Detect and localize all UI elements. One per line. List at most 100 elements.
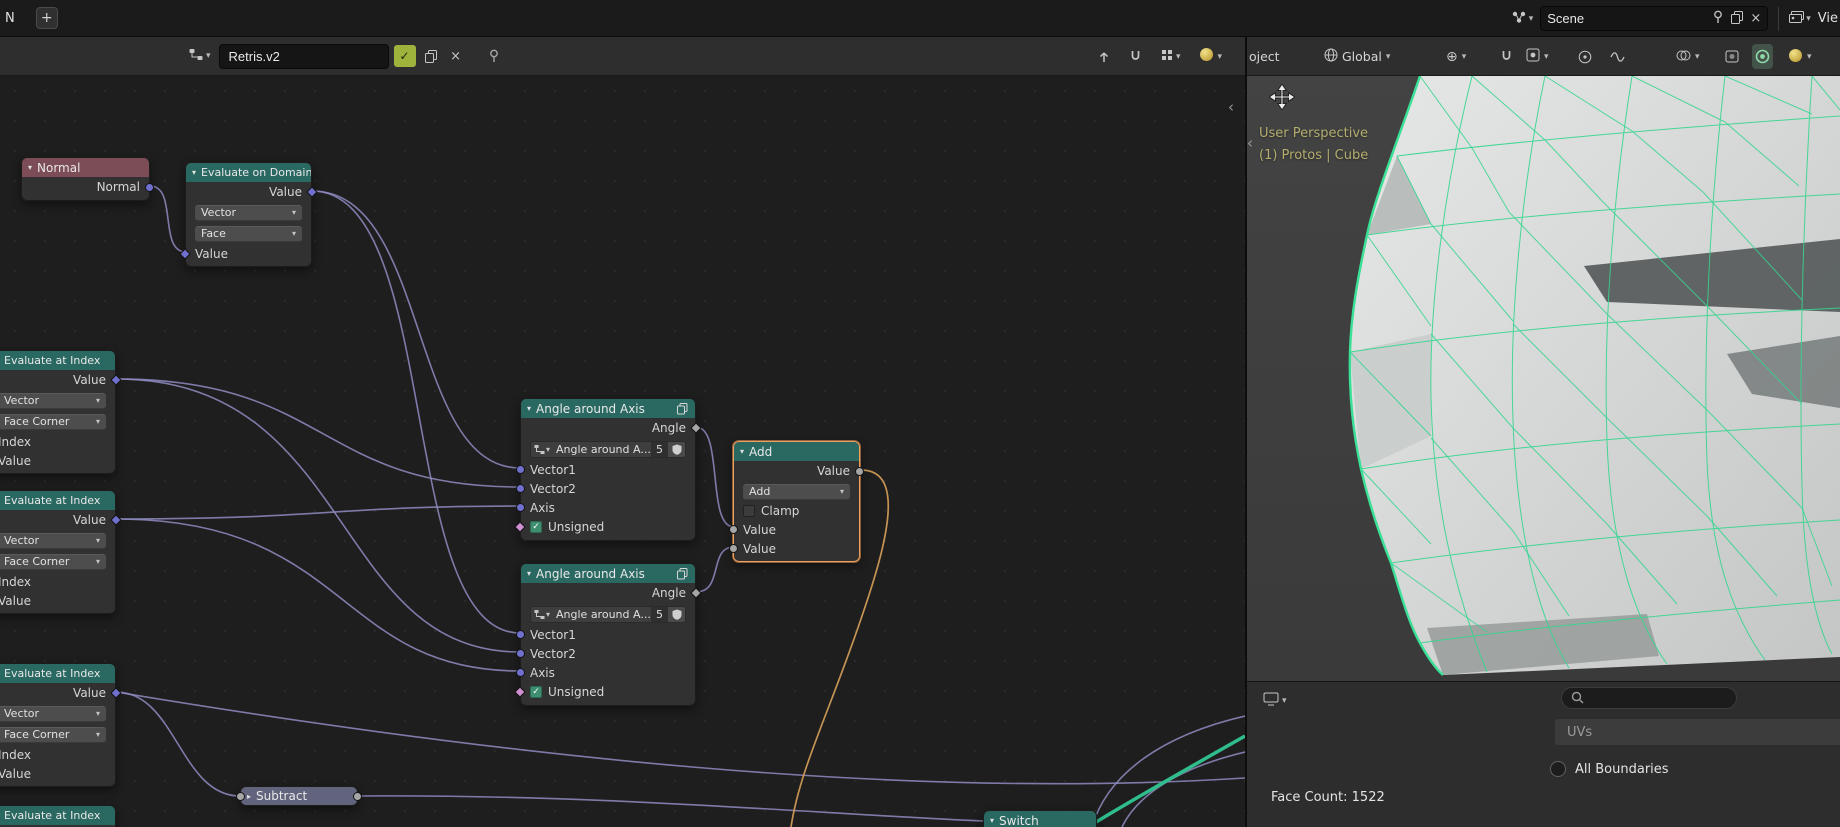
group-user-count[interactable]: 5 bbox=[651, 607, 668, 622]
node-tree-browse-dropdown[interactable]: ▾ bbox=[186, 46, 214, 67]
node-evaluate-on-domain[interactable]: ▾ Evaluate on Domain Value Vector ▾ Face… bbox=[185, 162, 312, 267]
operation-dropdown[interactable]: Add▾ bbox=[743, 484, 850, 500]
domain-dropdown[interactable]: Face Corner▾ bbox=[0, 414, 106, 430]
socket-input-axis[interactable] bbox=[516, 668, 525, 677]
fake-user-icon[interactable] bbox=[668, 442, 685, 457]
node-angle-around-axis-2[interactable]: ▾Angle around Axis Angle ▾ Angle around … bbox=[520, 563, 696, 706]
shading-mode-active-icon[interactable] bbox=[1752, 44, 1773, 69]
fake-user-icon[interactable] bbox=[668, 607, 685, 622]
falloff-curve-icon[interactable] bbox=[1610, 37, 1625, 76]
search-field[interactable] bbox=[1561, 687, 1737, 709]
group-user-count[interactable]: 5 bbox=[651, 442, 668, 457]
socket-input[interactable] bbox=[236, 792, 245, 801]
node-angle-around-axis-1[interactable]: ▾ Angle around Axis Angle ▾ Angle around… bbox=[520, 398, 696, 541]
node-group-selector[interactable]: ▾ Angle around A... 5 bbox=[530, 606, 686, 623]
overlays-grid-dropdown[interactable]: ▾ bbox=[1158, 47, 1184, 67]
falloff-dot-icon[interactable] bbox=[1578, 37, 1592, 76]
socket-input-unsigned[interactable] bbox=[514, 686, 525, 697]
socket-input-value2[interactable] bbox=[729, 544, 738, 553]
overlays-dropdown[interactable]: ▾ bbox=[1676, 37, 1700, 76]
socket-input-vector1[interactable] bbox=[516, 630, 525, 639]
socket-output-angle[interactable] bbox=[690, 422, 701, 433]
xray-toggle[interactable] bbox=[1725, 37, 1739, 76]
pin-icon[interactable] bbox=[1712, 9, 1724, 28]
socket-output-value[interactable] bbox=[855, 467, 864, 476]
collapse-icon[interactable]: ▾ bbox=[990, 816, 994, 825]
socket-input-unsigned[interactable] bbox=[514, 521, 525, 532]
domain-dropdown[interactable]: Face ▾ bbox=[195, 226, 302, 242]
sidebar-toggle-icon[interactable]: ‹ bbox=[1247, 134, 1253, 152]
data-type-dropdown[interactable]: Vector▾ bbox=[0, 393, 106, 409]
editor-type-dropdown[interactable]: ▾ bbox=[1263, 691, 1287, 710]
collapse-icon[interactable]: ▾ bbox=[527, 404, 531, 413]
node-tree-icon[interactable]: ▾ bbox=[531, 609, 553, 620]
group-name[interactable]: Angle around A... bbox=[553, 608, 651, 621]
unsigned-checkbox[interactable]: ✓ bbox=[530, 521, 542, 533]
go-to-parent-tree-button[interactable] bbox=[1095, 48, 1113, 65]
clamp-checkbox[interactable] bbox=[743, 505, 755, 517]
socket-input-value1[interactable] bbox=[729, 525, 738, 534]
socket-output-value[interactable] bbox=[110, 514, 121, 525]
scene-name-input[interactable] bbox=[1547, 11, 1705, 26]
socket-output-value[interactable] bbox=[110, 687, 121, 698]
node-evaluate-at-index-4[interactable]: ▾Evaluate at Index Value bbox=[0, 805, 116, 827]
node-normal[interactable]: ▾ Normal Normal bbox=[21, 157, 150, 201]
node-tree-name-field[interactable] bbox=[219, 44, 389, 69]
scene-name-field[interactable]: × bbox=[1540, 6, 1768, 31]
sidebar-toggle-icon[interactable]: ‹ bbox=[1228, 98, 1234, 116]
view-layer-dropdown[interactable]: ▾ bbox=[1789, 9, 1811, 28]
all-boundaries-checkbox[interactable] bbox=[1550, 761, 1566, 777]
workspace-tab[interactable]: N bbox=[0, 11, 20, 26]
node-header[interactable]: ▾ Evaluate on Domain bbox=[186, 163, 311, 182]
menu-object[interactable]: oject bbox=[1249, 37, 1280, 76]
duplicate-datablock-button[interactable] bbox=[421, 45, 441, 67]
collapse-icon[interactable]: ▾ bbox=[28, 163, 32, 172]
unlink-datablock-button[interactable]: × bbox=[446, 45, 466, 67]
node-add[interactable]: ▾ Add Value Add▾ Clamp Value Value bbox=[733, 441, 860, 562]
node-subtract[interactable]: ▸ Subtract bbox=[240, 786, 358, 806]
scene-dropdown[interactable]: ▾ bbox=[1511, 9, 1534, 28]
socket-input-axis[interactable] bbox=[516, 503, 525, 512]
add-workspace-button[interactable]: + bbox=[36, 7, 58, 29]
node-header[interactable]: ▾ Normal bbox=[22, 158, 149, 177]
proportional-editing-dropdown[interactable]: ▾ bbox=[1526, 37, 1549, 76]
close-icon[interactable]: × bbox=[1750, 11, 1761, 26]
uvs-field[interactable]: UVs bbox=[1555, 719, 1840, 745]
node-evaluate-at-index-2[interactable]: ▾Evaluate at Index Value Vector▾ Face Co… bbox=[0, 490, 116, 614]
socket-output-angle[interactable] bbox=[690, 587, 701, 598]
node-evaluate-at-index-3[interactable]: ▾Evaluate at Index Value Vector▾ Face Co… bbox=[0, 663, 116, 787]
data-type-dropdown[interactable]: Vector▾ bbox=[0, 706, 106, 722]
node-tree-name-input[interactable] bbox=[219, 44, 389, 69]
collapse-icon[interactable]: ▾ bbox=[740, 447, 744, 456]
node-group-selector[interactable]: ▾ Angle around A... 5 bbox=[530, 441, 686, 458]
node-editor-canvas[interactable]: ▾ Normal Normal ▾ Evaluate on Domain Val… bbox=[0, 76, 1245, 827]
data-type-dropdown[interactable]: Vector▾ bbox=[0, 533, 106, 549]
edit-mesh[interactable] bbox=[1247, 76, 1840, 681]
socket-output-value[interactable] bbox=[110, 374, 121, 385]
snap-magnet-icon[interactable] bbox=[1126, 48, 1145, 65]
socket-input-vector2[interactable] bbox=[516, 484, 525, 493]
new-scene-copy-icon[interactable] bbox=[1731, 9, 1743, 28]
node-header[interactable]: ▾ Angle around Axis bbox=[521, 399, 695, 418]
transform-orientation-dropdown[interactable]: Global ▾ bbox=[1324, 37, 1390, 76]
preview-sphere-dropdown[interactable]: ▾ bbox=[1196, 45, 1225, 68]
socket-input-vector2[interactable] bbox=[516, 649, 525, 658]
data-type-dropdown[interactable]: Vector ▾ bbox=[195, 205, 302, 221]
expand-icon[interactable]: ▸ bbox=[247, 792, 251, 801]
fake-user-toggle[interactable]: ✓ bbox=[394, 45, 416, 67]
node-header[interactable]: ▾ Add bbox=[734, 442, 859, 461]
group-name[interactable]: Angle around A... bbox=[553, 443, 651, 456]
socket-input-vector1[interactable] bbox=[516, 465, 525, 474]
socket-input-value[interactable] bbox=[179, 248, 190, 259]
search-input[interactable] bbox=[1590, 691, 1727, 705]
node-evaluate-at-index-1[interactable]: ▾ Evaluate at Index Value Vector▾ Face C… bbox=[0, 350, 116, 474]
node-header[interactable]: ▾ Evaluate at Index bbox=[0, 351, 115, 370]
pin-icon[interactable] bbox=[485, 47, 503, 65]
viewport-canvas[interactable]: User Perspective (1) Protos | Cube ‹ bbox=[1247, 76, 1840, 681]
node-tree-icon[interactable]: ▾ bbox=[531, 444, 553, 455]
snap-target-dropdown[interactable]: ⊕ ▾ bbox=[1446, 37, 1466, 76]
collapse-icon[interactable]: ▾ bbox=[192, 168, 196, 177]
socket-output-normal[interactable] bbox=[145, 183, 154, 192]
unsigned-checkbox[interactable]: ✓ bbox=[530, 686, 542, 698]
socket-output[interactable] bbox=[353, 792, 362, 801]
